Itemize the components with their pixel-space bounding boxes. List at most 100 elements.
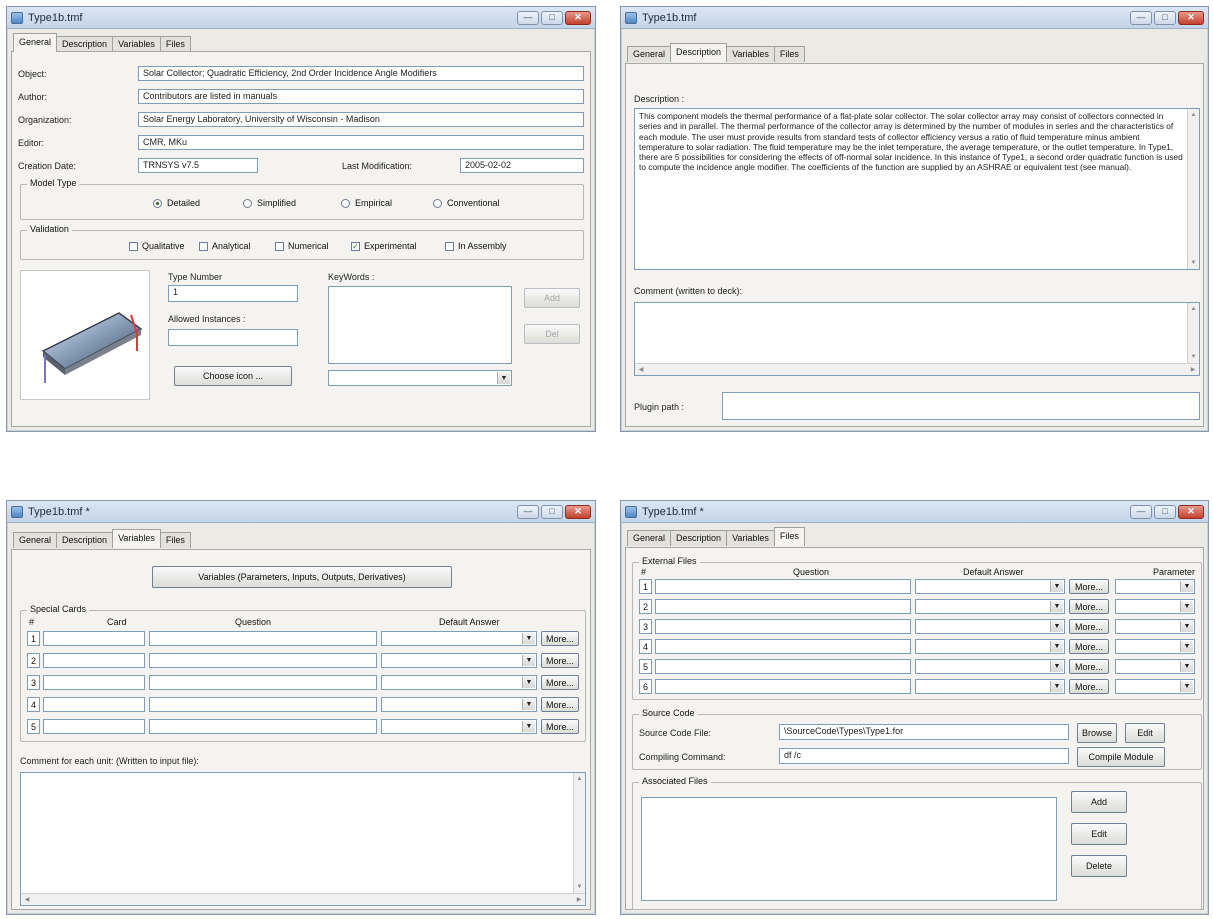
variables-button[interactable]: Variables (Parameters, Inputs, Outputs, …	[152, 566, 452, 588]
keywords-combo[interactable]: ▼	[328, 370, 512, 386]
checkbox[interactable]	[129, 241, 138, 251]
tab-files[interactable]: Files	[159, 532, 191, 548]
tab-files[interactable]: Files	[159, 36, 191, 52]
tab-description[interactable]: Description	[670, 530, 728, 546]
creation-date-field[interactable]: TRNSYS v7.5	[138, 158, 258, 173]
title-bar[interactable]: Type1b.tmf * — □ ✕	[7, 501, 595, 523]
check-analytical[interactable]: Analytical	[199, 241, 251, 251]
tab-variables[interactable]: Variables	[112, 529, 161, 548]
horizontal-scrollbar[interactable]: ◀ ▶	[21, 893, 585, 905]
chevron-down-icon[interactable]: ▼	[1050, 621, 1063, 632]
question-field[interactable]	[149, 697, 377, 712]
tab-variables[interactable]: Variables	[726, 530, 775, 546]
scroll-right-icon[interactable]: ▶	[573, 894, 585, 905]
radio-button[interactable]	[341, 198, 350, 208]
chevron-down-icon[interactable]: ▼	[1180, 621, 1193, 632]
horizontal-scrollbar[interactable]: ◀ ▶	[635, 363, 1199, 375]
last-modification-field[interactable]: 2005-02-02	[460, 158, 584, 173]
more-button[interactable]: More...	[1069, 659, 1109, 674]
add-keyword-button[interactable]: Add	[524, 288, 580, 308]
more-button[interactable]: More...	[541, 697, 579, 712]
default-answer-combo[interactable]: ▼	[915, 679, 1065, 694]
vertical-scrollbar[interactable]: ▲ ▼	[1187, 303, 1199, 363]
radio-button[interactable]	[153, 198, 162, 208]
more-button[interactable]: More...	[1069, 679, 1109, 694]
choose-icon-button[interactable]: Choose icon ...	[174, 366, 292, 386]
default-answer-combo[interactable]: ▼	[915, 619, 1065, 634]
check-numerical[interactable]: Numerical	[275, 241, 329, 251]
close-icon[interactable]: ✕	[1178, 10, 1204, 25]
close-icon[interactable]: ✕	[565, 504, 591, 519]
default-answer-combo[interactable]: ▼	[915, 579, 1065, 594]
chevron-down-icon[interactable]: ▼	[1050, 661, 1063, 672]
more-button[interactable]: More...	[541, 631, 579, 646]
tab-description[interactable]: Description	[56, 36, 114, 52]
object-field[interactable]: Solar Collector; Quadratic Efficiency, 2…	[138, 66, 584, 81]
chevron-down-icon[interactable]: ▼	[1180, 601, 1193, 612]
scroll-up-icon[interactable]: ▲	[1188, 109, 1199, 121]
delete-keyword-button[interactable]: Del	[524, 324, 580, 344]
question-field[interactable]	[655, 579, 911, 594]
checkbox[interactable]	[199, 241, 208, 251]
chevron-down-icon[interactable]: ▼	[522, 677, 535, 688]
checkbox[interactable]: ✓	[351, 241, 360, 251]
question-field[interactable]	[655, 599, 911, 614]
tab-general[interactable]: General	[13, 33, 58, 52]
browse-button[interactable]: Browse	[1077, 723, 1117, 743]
close-icon[interactable]: ✕	[565, 10, 591, 25]
more-button[interactable]: More...	[1069, 579, 1109, 594]
scroll-right-icon[interactable]: ▶	[1187, 364, 1199, 375]
chevron-down-icon[interactable]: ▼	[1050, 601, 1063, 612]
chevron-down-icon[interactable]: ▼	[1180, 681, 1193, 692]
close-icon[interactable]: ✕	[1178, 504, 1204, 519]
tab-general[interactable]: General	[13, 532, 58, 548]
scroll-left-icon[interactable]: ◀	[21, 894, 33, 905]
vertical-scrollbar[interactable]: ▲ ▼	[1187, 109, 1199, 269]
more-button[interactable]: More...	[541, 675, 579, 690]
radio-conventional[interactable]: Conventional	[433, 198, 500, 208]
comment-textarea[interactable]: ▲ ▼ ◀ ▶	[20, 772, 586, 906]
radio-button[interactable]	[243, 198, 252, 208]
edit-source-button[interactable]: Edit	[1125, 723, 1165, 743]
chevron-down-icon[interactable]: ▼	[1050, 681, 1063, 692]
parameter-combo[interactable]: ▼	[1115, 659, 1195, 674]
edit-file-button[interactable]: Edit	[1071, 823, 1127, 845]
maximize-icon[interactable]: □	[541, 10, 563, 25]
question-field[interactable]	[655, 659, 911, 674]
editor-field[interactable]: CMR, MKu	[138, 135, 584, 150]
radio-detailed[interactable]: Detailed	[153, 198, 200, 208]
compile-module-button[interactable]: Compile Module	[1077, 747, 1165, 767]
scroll-down-icon[interactable]: ▼	[574, 881, 585, 893]
chevron-down-icon[interactable]: ▼	[497, 372, 510, 384]
parameter-combo[interactable]: ▼	[1115, 599, 1195, 614]
default-answer-combo[interactable]: ▼	[915, 659, 1065, 674]
title-bar[interactable]: Type1b.tmf — □ ✕	[621, 7, 1208, 29]
allowed-instances-field[interactable]	[168, 329, 298, 346]
maximize-icon[interactable]: □	[1154, 504, 1176, 519]
comment-textarea[interactable]: ▲ ▼ ◀ ▶	[634, 302, 1200, 376]
checkbox[interactable]	[275, 241, 284, 251]
parameter-combo[interactable]: ▼	[1115, 639, 1195, 654]
compiling-command-field[interactable]: df /c	[779, 748, 1069, 764]
tab-description[interactable]: Description	[670, 43, 728, 62]
check-qualitative[interactable]: Qualitative	[129, 241, 185, 251]
vertical-scrollbar[interactable]: ▲ ▼	[573, 773, 585, 893]
check-experimental[interactable]: ✓ Experimental	[351, 241, 417, 251]
tab-general[interactable]: General	[627, 46, 672, 62]
organization-field[interactable]: Solar Energy Laboratory, University of W…	[138, 112, 584, 127]
default-answer-combo[interactable]: ▼	[915, 599, 1065, 614]
radio-simplified[interactable]: Simplified	[243, 198, 296, 208]
default-answer-combo[interactable]: ▼	[915, 639, 1065, 654]
card-field[interactable]	[43, 675, 145, 690]
default-answer-combo[interactable]: ▼	[381, 719, 537, 734]
question-field[interactable]	[655, 679, 911, 694]
card-field[interactable]	[43, 719, 145, 734]
chevron-down-icon[interactable]: ▼	[522, 721, 535, 732]
title-bar[interactable]: Type1b.tmf — □ ✕	[7, 7, 595, 29]
chevron-down-icon[interactable]: ▼	[522, 699, 535, 710]
maximize-icon[interactable]: □	[1154, 10, 1176, 25]
checkbox[interactable]	[445, 241, 454, 251]
default-answer-combo[interactable]: ▼	[381, 631, 537, 646]
tab-description[interactable]: Description	[56, 532, 114, 548]
associated-files-list[interactable]	[641, 797, 1057, 901]
